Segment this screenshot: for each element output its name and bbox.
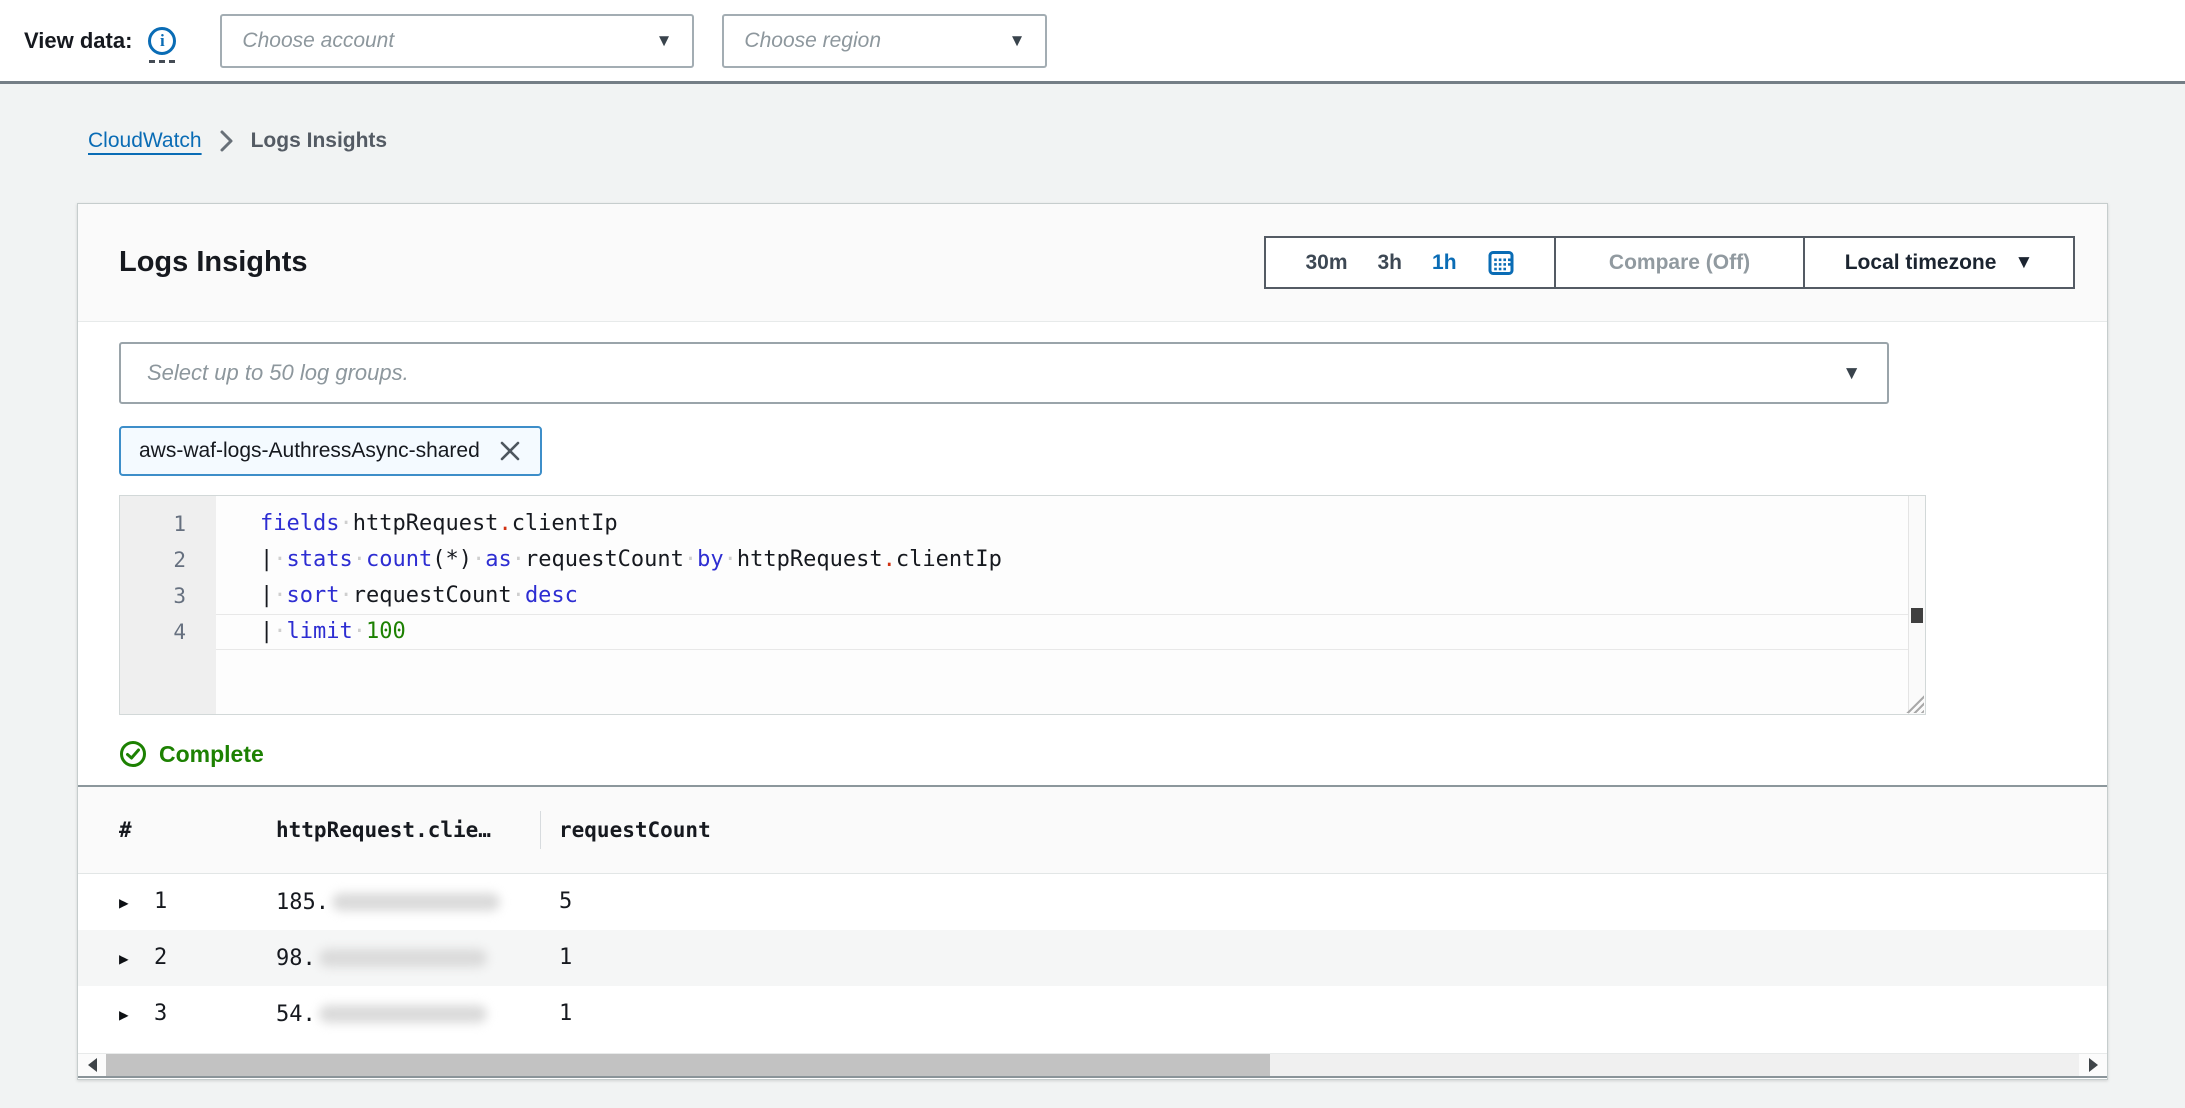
horizontal-scrollbar [78,1053,2107,1078]
column-header-request-count[interactable]: requestCount [559,787,711,873]
row-client-ip: 54. [276,986,487,1042]
log-group-select[interactable]: Select up to 50 log groups. ▼ [119,342,1889,404]
editor-vertical-scrollbar [1908,496,1925,714]
chevron-down-icon: ▼ [1842,364,1861,383]
scroll-right-icon[interactable] [2079,1054,2107,1076]
row-client-ip: 98. [276,930,487,986]
redacted-ip-smudge [319,949,487,967]
time-range-30m-button[interactable]: 30m [1305,251,1347,275]
row-index: 1 [154,874,167,930]
expand-row-icon[interactable]: ▶ [119,986,129,1042]
selected-log-groups: aws-waf-logs-AuthressAsync-shared [119,426,542,476]
breadcrumb-link-cloudwatch[interactable]: CloudWatch [88,129,202,153]
breadcrumb-chevron-icon [219,129,234,153]
query-line: fields·httpRequest.clientIp [216,506,1908,542]
query-status: Complete [119,740,264,768]
breadcrumb-current: Logs Insights [251,129,388,153]
editor-code: fields·httpRequest.clientIp|·stats·count… [216,496,1908,714]
table-row[interactable]: ▶ 1 185. 5 [78,874,2107,930]
results-table-body: ▶ 1 185. 5 ▶ 2 98. 1 ▶ 3 54. 1 [78,874,2107,1042]
chevron-down-icon: ▼ [656,32,673,49]
expand-row-icon[interactable]: ▶ [119,874,129,930]
scrollbar-thumb[interactable] [106,1054,1270,1076]
view-data-bar: View data: i Choose account ▼ Choose reg… [0,0,2185,84]
results-table-header: # httpRequest.clie… requestCount [78,785,2107,874]
row-client-ip: 185. [276,874,500,930]
column-header-client-ip[interactable]: httpRequest.clie… [276,787,491,873]
table-row[interactable]: ▶ 2 98. 1 [78,930,2107,986]
log-group-select-placeholder: Select up to 50 log groups. [147,360,409,386]
column-divider [540,811,541,849]
table-row[interactable]: ▶ 3 54. 1 [78,986,2107,1042]
query-line: |·limit·100 [216,614,1908,650]
query-line: |·sort·requestCount·desc [216,578,1908,614]
redacted-ip-smudge [332,893,500,911]
time-controls: 30m 3h 1h Compare (Off) Local timezone ▼ [1264,236,2075,289]
calendar-icon[interactable] [1487,249,1515,277]
scroll-left-icon[interactable] [78,1054,106,1076]
expand-row-icon[interactable]: ▶ [119,930,129,986]
log-group-tag: aws-waf-logs-AuthressAsync-shared [119,426,542,476]
time-range-3h-button[interactable]: 3h [1378,251,1403,275]
row-index: 2 [154,930,167,986]
scrollbar-track [106,1054,2079,1076]
account-select-placeholder: Choose account [242,29,394,53]
line-number: 2 [120,542,216,578]
time-range-1h-button[interactable]: 1h [1432,251,1457,275]
column-header-index[interactable]: # [119,787,132,873]
row-request-count: 5 [559,874,572,930]
row-request-count: 1 [559,986,572,1042]
chevron-down-icon: ▼ [2014,253,2033,272]
check-circle-icon [119,740,147,768]
redacted-ip-smudge [319,1005,487,1023]
panel-header: Logs Insights 30m 3h 1h Compare (Off) Loca… [78,204,2107,322]
compare-button[interactable]: Compare (Off) [1554,236,1805,289]
log-group-tag-label: aws-waf-logs-AuthressAsync-shared [139,439,480,463]
breadcrumb: CloudWatch Logs Insights [88,129,387,153]
region-select-placeholder: Choose region [744,29,881,53]
close-icon[interactable] [498,439,522,463]
line-number: 1 [120,506,216,542]
editor-scrollbar-thumb[interactable] [1911,608,1923,623]
line-number: 4 [120,614,216,650]
page-title: Logs Insights [119,246,308,279]
region-select[interactable]: Choose region ▼ [722,14,1047,68]
query-line: |·stats·count(*)·as·requestCount·by·http… [216,542,1908,578]
query-editor[interactable]: 1234 fields·httpRequest.clientIp|·stats·… [119,495,1926,715]
view-data-label: View data: [24,28,132,54]
row-index: 3 [154,986,167,1042]
chevron-down-icon: ▼ [1009,32,1026,49]
timezone-select[interactable]: Local timezone ▼ [1803,236,2075,289]
line-number: 3 [120,578,216,614]
time-range-group: 30m 3h 1h [1264,236,1556,289]
logs-insights-panel: Logs Insights 30m 3h 1h Compare (Off) Loca… [77,203,2108,1080]
row-request-count: 1 [559,930,572,986]
info-icon[interactable]: i [148,27,176,55]
timezone-select-label: Local timezone [1845,251,1997,275]
account-select[interactable]: Choose account ▼ [220,14,694,68]
editor-line-numbers: 1234 [120,496,216,714]
status-badge: Complete [159,741,264,768]
